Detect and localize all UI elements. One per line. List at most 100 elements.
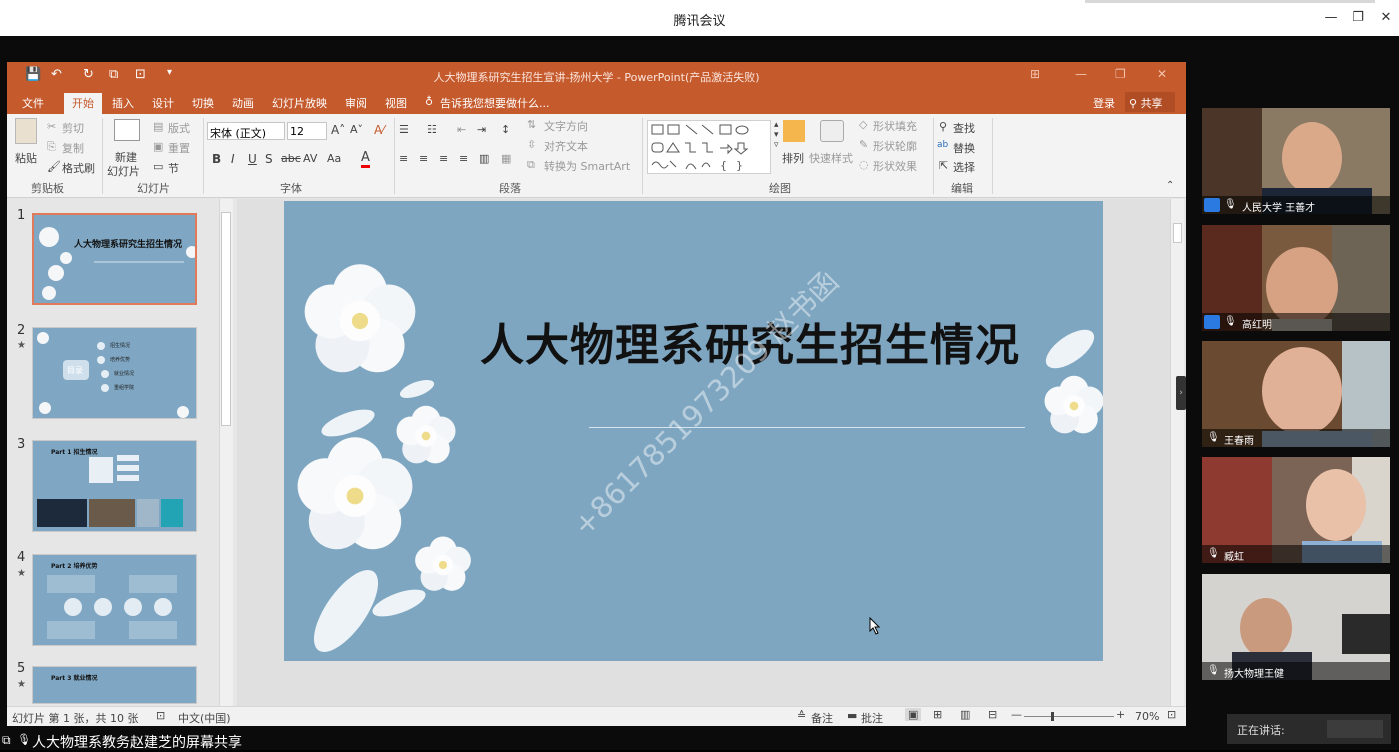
restore-icon[interactable]: ❐ <box>1349 9 1367 27</box>
tab-design[interactable]: 设计 <box>152 95 174 111</box>
tell-me-box[interactable]: 告诉我您想要做什么... <box>440 95 550 111</box>
char-spacing-icon[interactable]: AV <box>303 152 317 165</box>
zoom-slider[interactable] <box>1024 716 1114 717</box>
slide-sorter-icon[interactable]: ⊞ <box>933 708 942 721</box>
video-tile[interactable]: 🎙 王春雨 <box>1202 341 1390 447</box>
slide-thumbnail-3[interactable]: Part 1 招生情况 <box>32 440 197 532</box>
slide-thumbnail-2[interactable]: 目录 招生情况 培养优势 就业情况 重组学院 <box>32 327 197 419</box>
shape-effects-button[interactable]: 形状效果 <box>873 158 917 174</box>
decrease-indent-icon[interactable]: ⇤ <box>457 123 466 136</box>
align-right-icon[interactable]: ≡ <box>439 152 448 165</box>
video-tile[interactable]: 🎙 高红明 <box>1202 225 1390 331</box>
bullets-icon[interactable]: ☰ <box>399 123 409 136</box>
replace-button[interactable]: 替换 <box>953 140 975 156</box>
share-button[interactable]: ⚲ 共享 <box>1125 92 1175 112</box>
reading-view-icon[interactable]: ▥ <box>960 708 970 721</box>
reset-icon[interactable]: ▣ <box>153 140 163 153</box>
format-painter-icon[interactable]: 🖌 <box>47 160 61 173</box>
zoom-out-icon[interactable]: — <box>1011 708 1022 721</box>
comments-button[interactable]: 批注 <box>861 710 883 726</box>
find-button[interactable]: 查找 <box>953 120 975 136</box>
tab-transitions[interactable]: 切换 <box>192 95 214 111</box>
smartart-icon[interactable]: ⧉ <box>527 158 535 172</box>
format-painter-button[interactable]: 格式刷 <box>62 160 95 176</box>
tab-home[interactable]: 开始 <box>64 93 102 114</box>
video-tile[interactable]: 🎙 扬大物理王健 <box>1202 574 1390 680</box>
collapse-ribbon-icon[interactable]: ⌃ <box>1166 180 1174 191</box>
section-icon[interactable]: ▭ <box>153 160 163 173</box>
close-icon[interactable]: ✕ <box>1377 9 1395 27</box>
font-name-select[interactable]: 宋体 (正文) <box>207 122 285 140</box>
minimize-icon[interactable]: — <box>1322 9 1340 27</box>
zoom-slider-thumb[interactable] <box>1051 712 1054 721</box>
ppt-minimize-icon[interactable]: — <box>1075 67 1087 81</box>
language[interactable]: 中文(中国) <box>178 710 231 726</box>
ppt-restore-icon[interactable]: ❐ <box>1115 67 1126 81</box>
slide-thumbnail-4[interactable]: Part 2 培养优势 <box>32 554 197 646</box>
new-slide-icon[interactable] <box>114 119 140 141</box>
thumbnail-scrollbar-thumb[interactable] <box>221 212 231 426</box>
copy-button[interactable]: 复制 <box>62 140 84 156</box>
line-spacing-icon[interactable]: ↕ <box>501 123 510 136</box>
replace-icon[interactable]: ab <box>937 140 948 150</box>
ribbon-display-icon[interactable]: ⊞ <box>1030 67 1040 81</box>
shadow-icon[interactable]: S <box>265 152 273 166</box>
zoom-in-icon[interactable]: + <box>1116 708 1125 721</box>
increase-indent-icon[interactable]: ⇥ <box>477 123 486 136</box>
video-tile[interactable]: 🎙 臧虹 <box>1202 457 1390 563</box>
layout-icon[interactable]: ▤ <box>153 120 163 133</box>
shrink-font-icon[interactable]: A˅ <box>350 123 363 136</box>
cut-button[interactable]: 剪切 <box>62 120 84 136</box>
normal-view-icon[interactable]: ▣ <box>905 708 922 721</box>
quick-styles-icon[interactable] <box>820 120 844 142</box>
shape-outline-icon[interactable]: ✎ <box>859 138 868 151</box>
tab-insert[interactable]: 插入 <box>112 95 134 111</box>
align-center-icon[interactable]: ≡ <box>419 152 428 165</box>
align-left-icon[interactable]: ≡ <box>399 152 408 165</box>
strikethrough-icon[interactable]: abc <box>281 152 301 165</box>
slide-thumbnail-1[interactable]: 人大物理系研究生招生情况 <box>32 213 197 305</box>
zoom-level[interactable]: 70% <box>1135 710 1159 723</box>
quick-styles-button[interactable]: 快速样式 <box>809 150 853 166</box>
slideshow-view-icon[interactable]: ⊟ <box>988 708 997 721</box>
tab-slideshow[interactable]: 幻灯片放映 <box>272 95 327 111</box>
tab-file[interactable]: 文件 <box>22 95 44 111</box>
notes-button[interactable]: 备注 <box>811 710 833 726</box>
new-slide-label-2[interactable]: 幻灯片 <box>107 163 140 179</box>
justify-icon[interactable]: ≡ <box>459 152 468 165</box>
select-icon[interactable]: ⇱ <box>939 159 948 172</box>
numbering-icon[interactable]: ☷ <box>427 123 437 136</box>
text-direction-icon[interactable]: ⇅ <box>527 118 536 131</box>
grow-font-icon[interactable]: A˄ <box>331 123 345 137</box>
ppt-close-icon[interactable]: ✕ <box>1157 67 1167 81</box>
notes-icon[interactable]: ≙ <box>797 709 806 722</box>
align-text-button[interactable]: 对齐文本 <box>544 138 588 154</box>
section-button[interactable]: 节 <box>168 160 179 176</box>
shape-effects-icon[interactable]: ◌ <box>859 158 869 171</box>
spellcheck-icon[interactable]: ⊡ <box>156 709 165 722</box>
distribute-icon[interactable]: ▥ <box>479 152 489 165</box>
fit-slide-icon[interactable]: ⊡ <box>1167 708 1176 721</box>
shape-fill-icon[interactable]: ◇ <box>859 118 867 131</box>
bold-icon[interactable]: B <box>212 152 221 166</box>
italic-icon[interactable]: I <box>231 152 235 166</box>
smartart-button[interactable]: 转换为 SmartArt <box>544 158 630 174</box>
columns-icon[interactable]: ▦ <box>501 152 511 165</box>
slide-scrollbar[interactable] <box>1170 199 1184 707</box>
reset-button[interactable]: 重置 <box>168 140 190 156</box>
layout-button[interactable]: 版式 <box>168 120 190 136</box>
select-button[interactable]: 选择 <box>953 159 975 175</box>
video-tile[interactable]: 🎙 人民大学 王善才 <box>1202 108 1390 214</box>
find-icon[interactable]: ⚲ <box>939 120 947 133</box>
slide-scrollbar-thumb[interactable] <box>1173 223 1182 243</box>
paste-button[interactable]: 粘贴 <box>15 150 37 166</box>
underline-icon[interactable]: U <box>248 152 257 166</box>
change-case-icon[interactable]: Aa <box>327 152 341 165</box>
copy-icon[interactable]: ⎘ <box>47 140 56 154</box>
collapse-sidebar-button[interactable]: › <box>1176 376 1186 410</box>
comments-icon[interactable]: ▬ <box>847 709 857 722</box>
align-text-icon[interactable]: ⇳ <box>527 138 536 151</box>
tab-view[interactable]: 视图 <box>385 95 407 111</box>
slide-thumbnail-5[interactable]: Part 3 就业情况 <box>32 666 197 704</box>
gallery-scroll-icon[interactable]: ▴ ▾ ▿ <box>774 120 779 150</box>
